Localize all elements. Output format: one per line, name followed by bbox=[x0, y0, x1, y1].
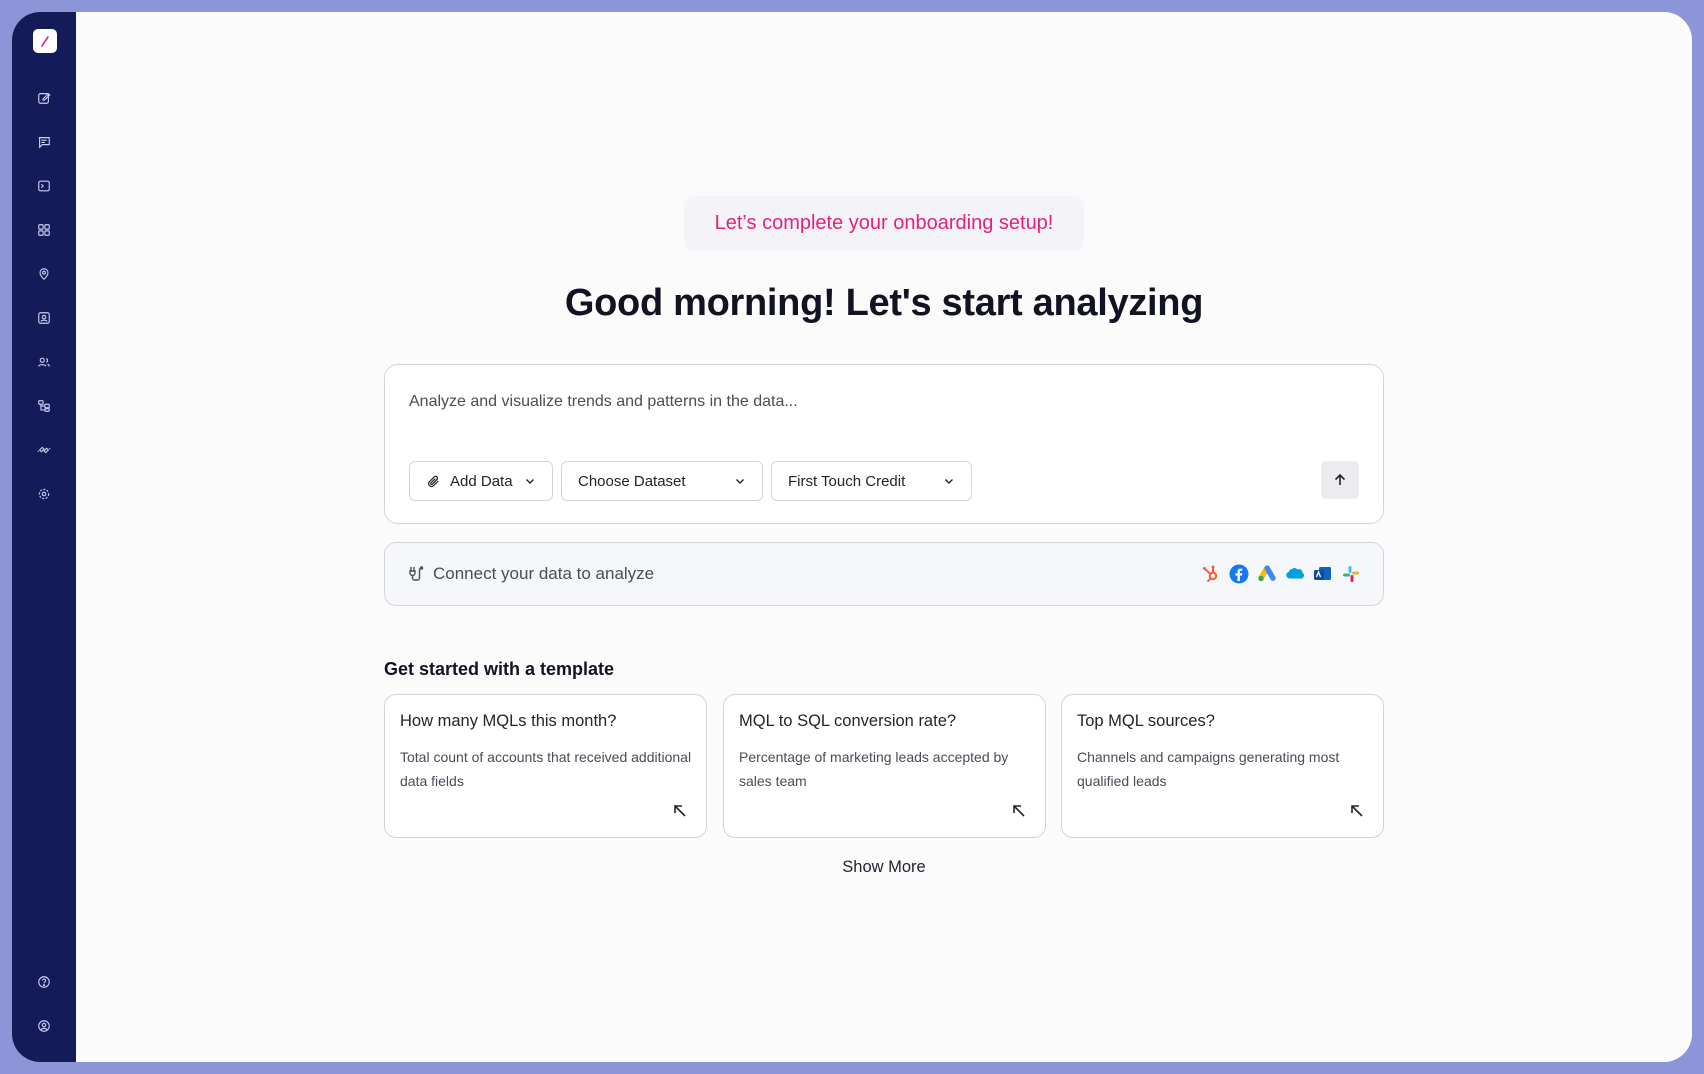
prompt-box: Add Data Choose Dataset First Touch Cred… bbox=[384, 364, 1384, 524]
slack-icon bbox=[1341, 564, 1361, 584]
outreach-icon bbox=[1313, 564, 1333, 584]
template-card[interactable]: Top MQL sources? Channels and campaigns … bbox=[1061, 694, 1384, 838]
connect-data-bar[interactable]: Connect your data to analyze bbox=[384, 542, 1384, 606]
grid-icon[interactable] bbox=[36, 222, 52, 238]
hierarchy-icon[interactable] bbox=[36, 398, 52, 414]
chevron-down-icon bbox=[736, 479, 744, 484]
onboarding-banner[interactable]: Let’s complete your onboarding setup! bbox=[684, 196, 1084, 251]
integration-logos bbox=[1201, 564, 1361, 584]
app-window: Let’s complete your onboarding setup! Go… bbox=[12, 12, 1692, 1062]
page-title: Good morning! Let's start analyzing bbox=[564, 282, 1204, 324]
add-data-button[interactable]: Add Data bbox=[409, 461, 553, 501]
settings-icon[interactable] bbox=[36, 486, 52, 502]
template-card-title: Top MQL sources? bbox=[1077, 712, 1215, 730]
integrations-icon[interactable] bbox=[36, 442, 52, 458]
edit-icon[interactable] bbox=[36, 90, 52, 106]
onboarding-label: Let’s complete your onboarding setup! bbox=[714, 212, 1054, 234]
users-icon[interactable] bbox=[36, 354, 52, 370]
arrow-up-left-icon bbox=[1351, 805, 1363, 817]
template-card-title: MQL to SQL conversion rate? bbox=[739, 712, 957, 730]
attribution-dropdown[interactable]: First Touch Credit bbox=[771, 461, 972, 501]
help-icon[interactable] bbox=[36, 974, 52, 990]
template-card-title: How many MQLs this month? bbox=[400, 712, 617, 730]
template-card[interactable]: How many MQLs this month? Total count of… bbox=[384, 694, 707, 838]
hubspot-icon bbox=[1201, 564, 1221, 584]
template-card-description: Percentage of marketing leads accepted b… bbox=[739, 749, 1009, 789]
template-card-description: Total count of accounts that received ad… bbox=[400, 749, 692, 789]
arrow-up-left-icon bbox=[674, 805, 686, 817]
account-icon[interactable] bbox=[36, 1018, 52, 1034]
chat-icon[interactable] bbox=[36, 134, 52, 150]
prompt-input[interactable] bbox=[409, 393, 1359, 411]
chevron-down-icon bbox=[945, 479, 953, 484]
attribution-label: First Touch Credit bbox=[788, 473, 906, 490]
arrow-up-left-icon bbox=[1013, 805, 1025, 817]
terminal-icon[interactable] bbox=[36, 178, 52, 194]
location-pin-icon[interactable] bbox=[36, 266, 52, 282]
template-card[interactable]: MQL to SQL conversion rate? Percentage o… bbox=[723, 694, 1046, 838]
send-button[interactable] bbox=[1321, 461, 1359, 499]
show-more-button[interactable]: Show More bbox=[806, 858, 962, 877]
facebook-icon bbox=[1229, 564, 1249, 584]
plug-icon bbox=[409, 566, 424, 581]
contact-icon[interactable] bbox=[36, 310, 52, 326]
add-data-label: Add Data bbox=[450, 473, 513, 490]
choose-dataset-label: Choose Dataset bbox=[578, 473, 686, 490]
chevron-down-icon bbox=[526, 479, 534, 484]
sidebar bbox=[12, 12, 76, 1062]
google-ads-icon bbox=[1257, 564, 1277, 584]
templates-heading: Get started with a template bbox=[384, 659, 615, 679]
app-logo[interactable] bbox=[33, 29, 57, 53]
salesforce-icon bbox=[1285, 564, 1305, 584]
paperclip-icon bbox=[428, 475, 439, 488]
main-content: Let’s complete your onboarding setup! Go… bbox=[76, 12, 1692, 1062]
choose-dataset-dropdown[interactable]: Choose Dataset bbox=[561, 461, 763, 501]
connect-data-label: Connect your data to analyze bbox=[433, 564, 655, 583]
template-card-description: Channels and campaigns generating most q… bbox=[1077, 749, 1340, 789]
arrow-up-icon bbox=[1334, 473, 1346, 485]
